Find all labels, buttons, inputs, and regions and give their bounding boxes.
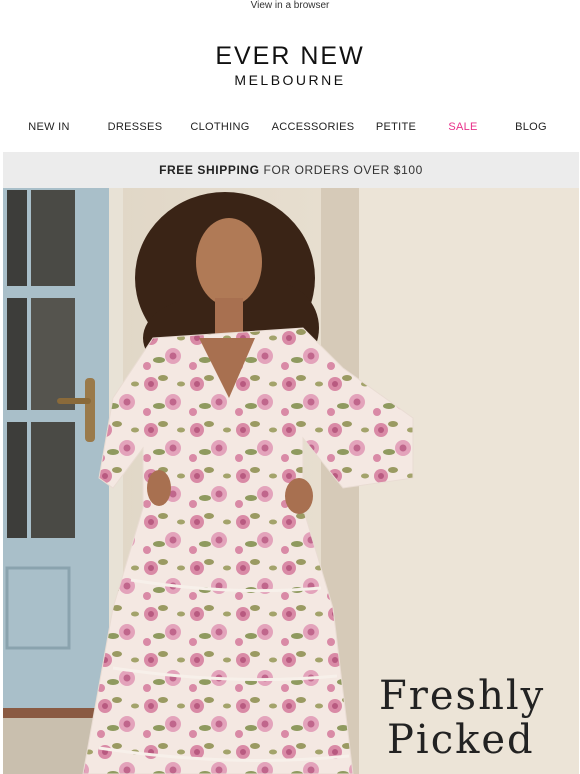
- hero-title-line-1: Freshly: [379, 673, 546, 719]
- free-shipping-banner[interactable]: FREE SHIPPING FOR ORDERS OVER $100: [3, 152, 579, 188]
- hero-image[interactable]: Freshly Picked: [3, 188, 579, 774]
- shipping-bold-text: FREE SHIPPING: [159, 163, 260, 177]
- nav-item-new-in[interactable]: NEW IN: [28, 121, 70, 133]
- shipping-rest-text: FOR ORDERS OVER $100: [259, 163, 423, 177]
- nav-item-accessories[interactable]: ACCESSORIES: [272, 121, 355, 133]
- hero-title-line-2: Picked: [387, 717, 535, 763]
- email-page: View in a browser EVER NEW MELBOURNE NEW…: [0, 0, 580, 774]
- nav-item-clothing[interactable]: CLOTHING: [190, 121, 249, 133]
- view-in-browser-link[interactable]: View in a browser: [0, 0, 580, 12]
- main-nav: NEW IN DRESSES CLOTHING ACCESSORIES PETI…: [0, 121, 580, 137]
- nav-item-sale[interactable]: SALE: [448, 121, 477, 133]
- brand-logo[interactable]: EVER NEW MELBOURNE: [0, 42, 580, 88]
- brand-location: MELBOURNE: [234, 72, 346, 88]
- nav-item-dresses[interactable]: DRESSES: [108, 121, 163, 133]
- brand-name: EVER NEW: [215, 42, 365, 70]
- nav-item-petite[interactable]: PETITE: [376, 121, 416, 133]
- nav-item-blog[interactable]: BLOG: [515, 121, 547, 133]
- hero-title: Freshly Picked: [379, 674, 545, 762]
